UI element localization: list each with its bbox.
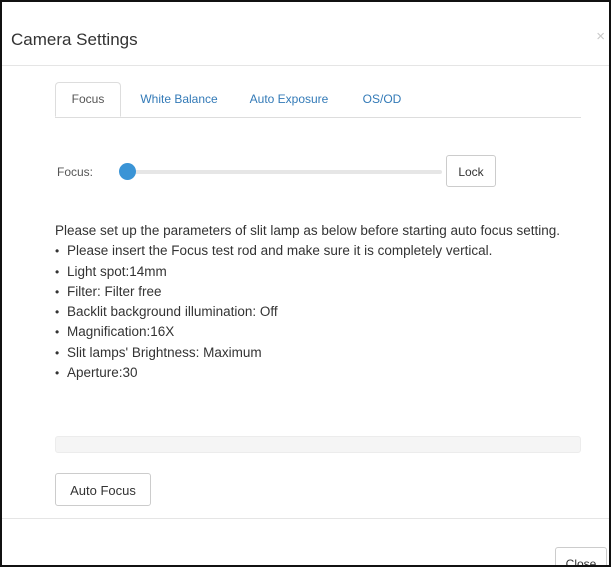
tab-white-balance[interactable]: White Balance xyxy=(131,82,227,117)
instructions-intro: Please set up the parameters of slit lam… xyxy=(55,223,561,238)
camera-settings-dialog: Camera Settings × Focus White Balance Au… xyxy=(0,0,611,567)
list-item: Magnification:16X xyxy=(55,322,575,342)
dialog-title: Camera Settings xyxy=(11,30,138,49)
tab-os-od[interactable]: OS/OD xyxy=(357,82,407,117)
auto-focus-progress-bar xyxy=(55,436,581,453)
list-item: Please insert the Focus test rod and mak… xyxy=(55,241,575,261)
tab-focus[interactable]: Focus xyxy=(55,82,121,117)
lock-button[interactable]: Lock xyxy=(446,155,496,187)
close-button[interactable]: Close xyxy=(555,547,607,565)
setup-instructions: Please set up the parameters of slit lam… xyxy=(55,221,575,383)
dialog-footer xyxy=(2,518,609,565)
focus-slider-track[interactable] xyxy=(122,170,442,174)
instructions-list: Please insert the Focus test rod and mak… xyxy=(55,241,575,383)
focus-slider-handle[interactable] xyxy=(119,163,136,180)
list-item: Filter: Filter free xyxy=(55,282,575,302)
list-item: Backlit background illumination: Off xyxy=(55,302,575,322)
list-item: Slit lamps' Brightness: Maximum xyxy=(55,343,575,363)
dialog-header: Camera Settings × xyxy=(2,2,609,66)
close-icon[interactable]: × xyxy=(596,28,605,45)
settings-tabs: Focus White Balance Auto Exposure OS/OD xyxy=(55,82,581,118)
auto-focus-button[interactable]: Auto Focus xyxy=(55,473,151,506)
tab-auto-exposure[interactable]: Auto Exposure xyxy=(241,82,337,117)
list-item: Light spot:14mm xyxy=(55,262,575,282)
list-item: Aperture:30 xyxy=(55,363,575,383)
focus-label: Focus: xyxy=(57,165,94,179)
